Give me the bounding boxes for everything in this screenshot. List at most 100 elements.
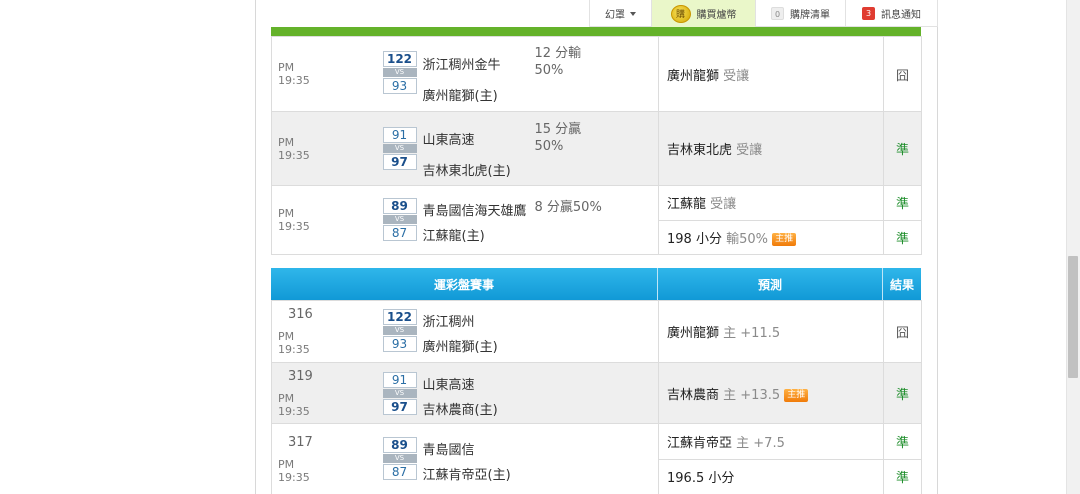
prediction-cell: 江蘇肯帝亞 主 +7.5 <box>658 423 884 460</box>
score-away: 122 <box>382 51 417 67</box>
team-home: 廣州龍獅(主) <box>422 340 498 355</box>
prediction-team: 廣州龍獅 <box>667 326 720 341</box>
prediction-cell: 吉林東北虎 受讓 <box>658 111 884 186</box>
match-cell: 91 VS 97 山東高速 吉林東北虎(主) 15 分贏 50% <box>326 111 659 186</box>
match-number: 316 <box>288 307 313 322</box>
match-time: PM 19:35 <box>271 36 327 112</box>
result-cell: 囧 <box>883 300 922 363</box>
team-home: 吉林東北虎(主) <box>422 164 511 179</box>
result-cell: 準 <box>883 219 922 255</box>
team-home: 江蘇龍(主) <box>422 229 485 244</box>
scoreboard: 122 VS 93 <box>382 51 417 94</box>
odds-info: 15 分贏 50% <box>534 122 582 154</box>
match-time: PM 19:35 <box>278 330 310 356</box>
prediction-detail: 受讓 <box>723 68 750 84</box>
prediction-cell: 吉林農商 主 +13.5 主推 <box>658 362 884 424</box>
prediction-team: 吉林農商 <box>667 387 720 403</box>
prediction-total: 196.5 小分 <box>667 471 735 487</box>
vs-label: VS <box>382 144 417 153</box>
prediction-cell: 廣州龍獅 主 +11.5 <box>658 300 884 363</box>
result-cell: 準 <box>883 458 922 494</box>
scrollbar-thumb[interactable] <box>1068 256 1078 378</box>
odds-info: 12 分輸 50% <box>534 46 582 78</box>
vs-label: VS <box>382 389 417 398</box>
match-time: PM 19:35 <box>278 391 310 418</box>
prediction-detail: 受讓 <box>710 197 737 213</box>
scoreboard: 91 VS 97 <box>382 127 417 170</box>
score-home: 93 <box>382 336 417 352</box>
prediction-detail: 主 +7.5 <box>736 435 785 451</box>
match-info: 316 PM 19:35 <box>271 300 327 363</box>
match-info: 319 PM 19:35 <box>271 362 327 424</box>
score-home: 87 <box>382 464 417 480</box>
table-row: 317 PM 19:35 89 VS 87 青島國信 江蘇肯帝亞(主) 江蘇肯帝… <box>271 423 922 494</box>
team-away: 山東高速 <box>422 133 475 148</box>
prediction-cell: 廣州龍獅 受讓 <box>658 36 884 112</box>
scoreboard: 89 VS 87 <box>382 437 417 480</box>
result-cell: 準 <box>883 423 922 460</box>
team-away: 青島國信海天雄鷹 <box>422 204 527 219</box>
buy-coins-button[interactable]: 購 購買爐幣 <box>651 0 755 27</box>
match-number: 319 <box>288 368 313 384</box>
prediction-team: 江蘇龍 <box>667 197 707 213</box>
score-away: 122 <box>382 309 417 325</box>
scoreboard: 91 VS 97 <box>382 372 417 415</box>
content-frame-left <box>255 0 256 494</box>
section-header-bar <box>271 27 921 36</box>
prediction-team: 廣州龍獅 <box>667 68 720 84</box>
prediction-cell: 198 小分 輸50% 主推 <box>658 219 884 255</box>
score-away: 91 <box>382 372 417 388</box>
match-cell: 89 VS 87 青島國信 江蘇肯帝亞(主) <box>326 423 659 494</box>
chevron-down-icon <box>630 11 636 16</box>
match-time: PM 19:35 <box>271 185 327 255</box>
header-prediction: 預測 <box>658 268 883 300</box>
header-result: 結果 <box>889 277 914 292</box>
cart-count-badge: 0 <box>771 7 784 20</box>
match-cell: 89 VS 87 青島國信海天雄鷹 江蘇龍(主) 8 分贏50% <box>326 185 659 255</box>
table-row: 319 PM 19:35 91 VS 97 山東高速 吉林農商(主) 吉林農商 … <box>271 362 922 424</box>
prediction-total: 198 小分 <box>667 231 722 247</box>
coin-icon: 購 <box>670 4 691 23</box>
team-home: 江蘇肯帝亞(主) <box>422 468 511 483</box>
team-away: 浙江稠州金牛 <box>422 58 501 73</box>
top-bar: 幻罩 購 購買爐幣 0 購牌清單 3 訊息通知 <box>589 0 938 27</box>
buy-coins-label: 購買爐幣 <box>696 10 737 21</box>
team-away: 山東高速 <box>422 378 475 393</box>
vertical-scrollbar[interactable] <box>1066 0 1080 494</box>
section2-table: 316 PM 19:35 122 VS 93 浙江稠州 廣州龍獅(主) 廣州龍獅… <box>271 300 922 494</box>
vs-label: VS <box>382 326 417 335</box>
header-match: 運彩盤賽事 <box>271 268 658 300</box>
page: 幻罩 購 購買爐幣 0 購牌清單 3 訊息通知 PM 19:35 122 VS <box>0 0 1080 494</box>
user-menu[interactable]: 幻罩 <box>589 0 651 27</box>
table-row: 316 PM 19:35 122 VS 93 浙江稠州 廣州龍獅(主) 廣州龍獅… <box>271 300 922 363</box>
vs-label: VS <box>382 215 417 224</box>
section2-header: 運彩盤賽事 預測 結果 <box>271 268 921 300</box>
result-cell: 準 <box>883 362 922 424</box>
team-away: 青島國信 <box>422 443 475 458</box>
cart-button[interactable]: 0 購牌清單 <box>755 0 845 27</box>
prediction-cell: 196.5 小分 <box>658 458 884 494</box>
notifications-button[interactable]: 3 訊息通知 <box>845 0 938 27</box>
featured-pick-badge: 主推 <box>784 388 809 402</box>
prediction-team: 吉林東北虎 <box>667 143 733 158</box>
result-cell: 準 <box>883 185 922 221</box>
table-row: PM 19:35 122 VS 93 浙江稠州金牛 廣州龍獅(主) 12 分輸 … <box>271 36 922 112</box>
table-row: PM 19:35 89 VS 87 青島國信海天雄鷹 江蘇龍(主) 8 分贏50… <box>271 185 922 255</box>
match-cell: 122 VS 93 浙江稠州 廣州龍獅(主) <box>326 300 659 363</box>
scoreboard: 89 VS 87 <box>382 198 417 241</box>
score-away: 89 <box>382 198 417 214</box>
match-cell: 122 VS 93 浙江稠州金牛 廣州龍獅(主) 12 分輸 50% <box>326 36 659 112</box>
prediction-detail: 輸50% <box>726 231 768 247</box>
score-home: 97 <box>382 399 417 415</box>
cart-label: 購牌清單 <box>790 10 830 21</box>
result-cell: 囧 <box>883 36 922 112</box>
match-info: 317 PM 19:35 <box>271 423 327 494</box>
odds-info: 8 分贏50% <box>534 200 602 215</box>
table-row: PM 19:35 91 VS 97 山東高速 吉林東北虎(主) 15 分贏 50… <box>271 111 922 186</box>
prediction-detail: 主 +11.5 <box>723 326 781 341</box>
notification-count-badge: 3 <box>862 7 875 20</box>
score-home: 87 <box>382 225 417 241</box>
section1-table: PM 19:35 122 VS 93 浙江稠州金牛 廣州龍獅(主) 12 分輸 … <box>271 36 922 255</box>
team-home: 吉林農商(主) <box>422 403 498 418</box>
match-number: 317 <box>288 434 313 450</box>
